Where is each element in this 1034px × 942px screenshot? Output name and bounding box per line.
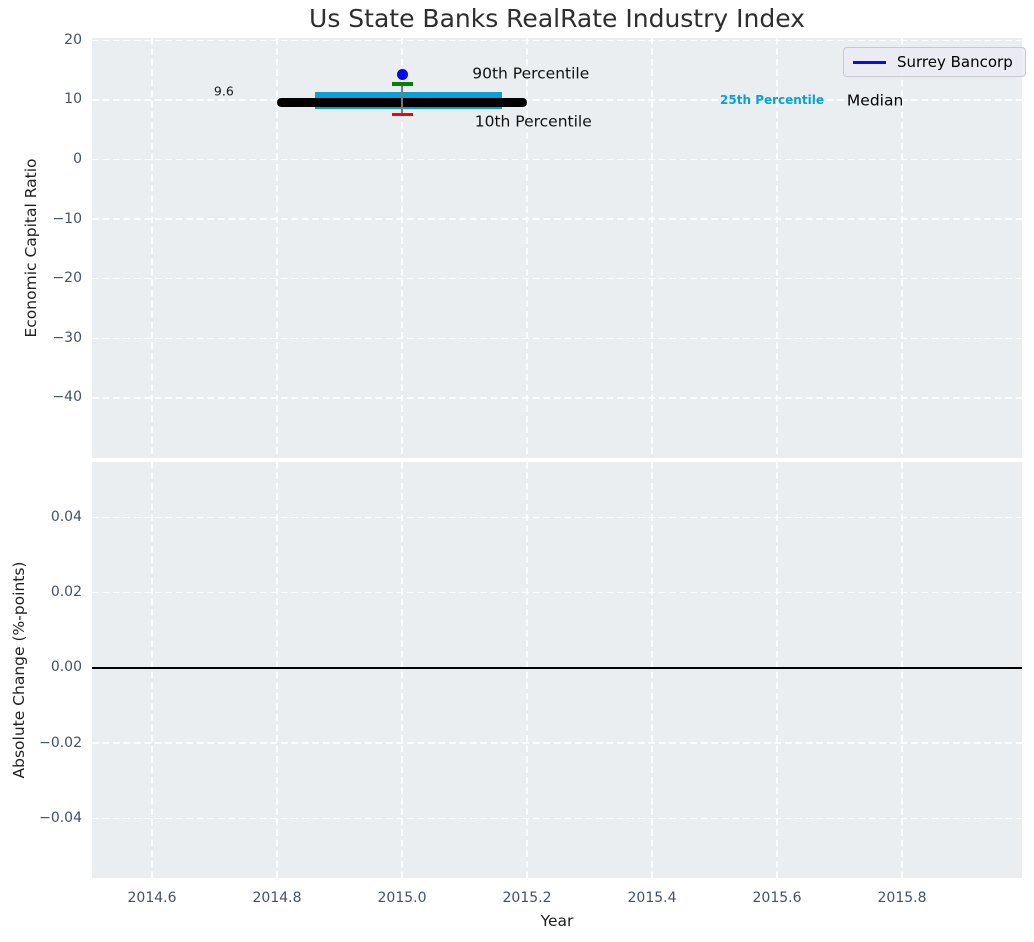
legend-label: Surrey Bancorp	[897, 53, 1013, 71]
y-axis-label-economic-capital-ratio: Economic Capital Ratio	[22, 158, 40, 338]
annotation-90th-percentile: 90th Percentile	[472, 64, 590, 83]
x-tick-label-2015-0: 2015.0	[377, 890, 427, 906]
series-zero-line	[92, 666, 1022, 669]
legend-line-swatch	[853, 60, 886, 64]
series-surrey-bancorp-point	[396, 68, 408, 80]
horizontal-gridline	[92, 337, 1022, 339]
vertical-gridline	[651, 462, 653, 878]
series-10th-90th-percentile-whisker-cap-high	[391, 82, 413, 86]
y-tick-label-10: −10	[52, 210, 82, 227]
y-tick-label-30: −30	[52, 329, 82, 346]
vertical-gridline	[276, 462, 278, 878]
vertical-gridline	[151, 462, 153, 878]
horizontal-gridline	[92, 277, 1022, 280]
legend: Surrey Bancorp	[843, 47, 1026, 77]
x-tick-label-2015-4: 2015.4	[627, 890, 677, 906]
vertical-gridline	[401, 462, 403, 878]
x-tick-label-2015-8: 2015.8	[877, 890, 927, 906]
vertical-gridline	[901, 462, 903, 878]
vertical-gridline	[526, 462, 528, 878]
y-tick-label-0-02: −0.02	[39, 734, 82, 751]
series-10th-90th-percentile-whisker-cap-low	[391, 112, 413, 116]
x-tick-label-2014-6: 2014.6	[127, 890, 177, 906]
y-tick-label-40: −40	[52, 389, 82, 406]
vertical-gridline	[776, 462, 778, 878]
y-tick-label-20: 20	[64, 31, 82, 48]
x-tick-label-2014-8: 2014.8	[252, 890, 302, 906]
x-tick-label-2015-6: 2015.6	[752, 890, 802, 906]
horizontal-gridline	[92, 218, 1022, 220]
annotation-25th-percentile: 25th Percentile	[720, 92, 824, 107]
chart-title: Us State Banks RealRate Industry Index	[309, 4, 805, 33]
horizontal-gridline	[92, 591, 1022, 594]
series-10th-90th-percentile-whisker-stem	[401, 83, 403, 115]
y-tick-label-0-04: −0.04	[39, 810, 82, 827]
annotation-median: Median	[846, 91, 904, 110]
horizontal-gridline	[92, 158, 1022, 161]
figure: Us State Banks RealRate Industry Index 9…	[0, 0, 1034, 942]
vertical-gridline	[651, 38, 653, 458]
horizontal-gridline	[92, 397, 1022, 399]
vertical-gridline	[151, 38, 153, 458]
y-tick-label-20: −20	[52, 270, 82, 287]
y-tick-label-0-04: 0.04	[50, 508, 82, 525]
axes-absolute-change	[92, 462, 1022, 878]
x-axis-label-year: Year	[540, 912, 574, 930]
y-tick-label-0-02: 0.02	[50, 584, 82, 601]
horizontal-gridline	[92, 817, 1022, 820]
annotation-9-6: 9.6	[213, 83, 234, 99]
horizontal-gridline	[92, 39, 1022, 42]
annotation-10th-percentile: 10th Percentile	[474, 112, 592, 131]
axes-economic-capital-ratio: 9.6 90th Percentile 10th Percentile 25th Pe…	[92, 38, 1022, 458]
y-tick-label-0-00: 0.00	[50, 659, 82, 676]
horizontal-gridline	[92, 742, 1022, 744]
y-tick-label-10: 10	[64, 91, 82, 108]
horizontal-gridline	[92, 516, 1022, 519]
y-axis-label-absolute-change: Absolute Change (%-points)	[10, 561, 28, 779]
y-tick-label-0: 0	[73, 151, 82, 168]
x-tick-label-2015-2: 2015.2	[502, 890, 552, 906]
